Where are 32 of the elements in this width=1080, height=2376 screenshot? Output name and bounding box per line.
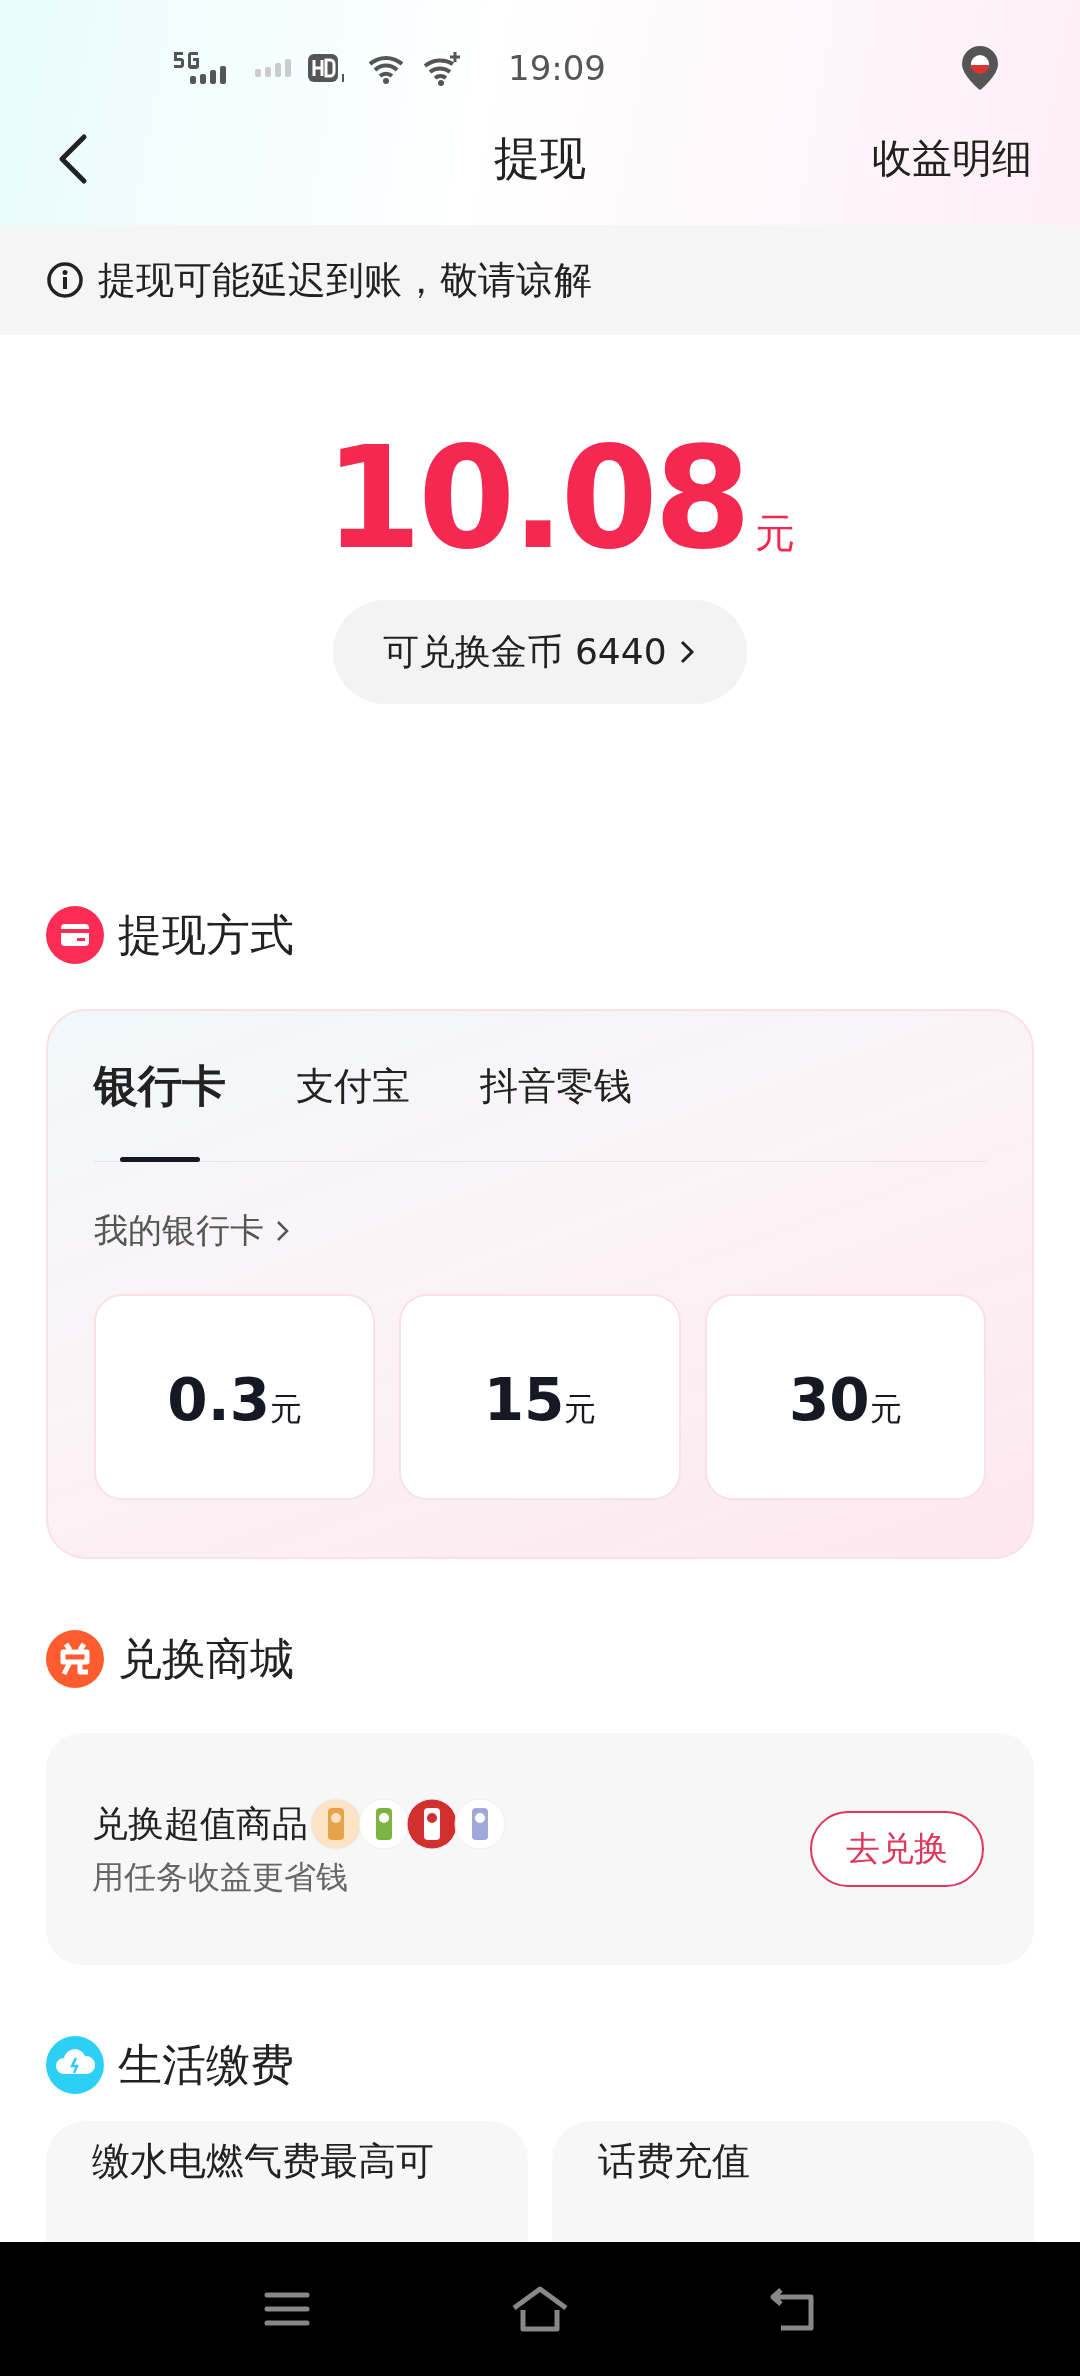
amount-option[interactable]: 0.3元 (94, 1294, 376, 1500)
location-pin-icon (960, 44, 1000, 92)
section-title: 生活缴费 (118, 2037, 294, 2092)
signal-icon (254, 58, 292, 78)
bill-card[interactable]: 缴水电燃气费最高可 (46, 2121, 528, 2242)
method-tab[interactable]: 支付宝 (296, 1011, 410, 1161)
info-icon (46, 261, 84, 299)
clock-time: 19:09 (508, 48, 606, 88)
section-title: 兑换商城 (118, 1631, 294, 1686)
bill-title: 话费充值 (598, 2139, 751, 2185)
cloud-bolt-icon (46, 2036, 104, 2094)
amount-option[interactable]: 30元 (704, 1294, 986, 1500)
redeem-button[interactable]: 去兑换 (810, 1811, 984, 1887)
currency-unit: 元 (755, 509, 796, 558)
section-title: 提现方式 (118, 907, 294, 962)
earnings-details-link[interactable]: 收益明细 (872, 131, 1032, 186)
page-title: 提现 (494, 129, 586, 187)
bill-title: 缴水电燃气费最高可 (92, 2139, 435, 2185)
balance-amount: 10.08 (324, 425, 748, 572)
exchange-subtitle: 用任务收益更省钱 (92, 1857, 349, 1898)
exchange-title: 兑换超值商品 (92, 1801, 308, 1846)
method-tab[interactable]: 银行卡 (94, 1011, 226, 1161)
bill-card[interactable]: 话费充值 (552, 2121, 1034, 2242)
method-tab[interactable]: 抖音零钱 (480, 1011, 632, 1161)
my-bank-card-link[interactable]: 我的银行卡 (94, 1208, 292, 1254)
exchange-icon (46, 1630, 104, 1688)
card-icon (46, 906, 104, 964)
coins-button[interactable]: 可兑换金币 6440 (333, 600, 747, 704)
home-icon[interactable] (511, 2286, 569, 2332)
notice-text: 提现可能延迟到账，敬请谅解 (98, 256, 592, 304)
amount-option[interactable]: 15元 (399, 1294, 681, 1500)
back-icon[interactable] (769, 2286, 817, 2332)
